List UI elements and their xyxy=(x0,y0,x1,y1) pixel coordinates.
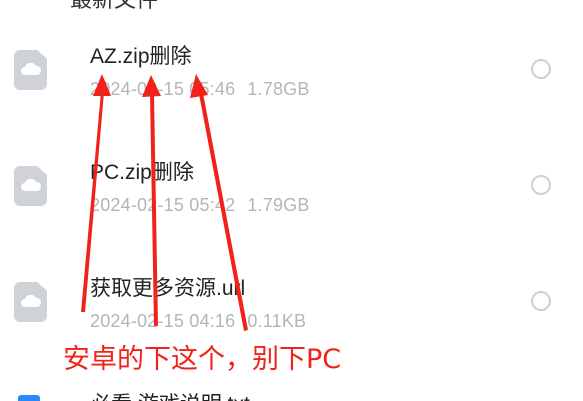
file-size: 1.79GB xyxy=(247,195,310,215)
file-row[interactable]: AZ.zip删除 2024-02-15 05:46 1.78GB xyxy=(0,0,583,116)
cloud-file-icon xyxy=(14,166,47,206)
file-date: 2024-02-15 05:46 xyxy=(90,79,236,99)
annotation-text: 安卓的下这个，别下PC xyxy=(63,344,342,375)
radio-circle-icon[interactable] xyxy=(531,175,551,195)
file-meta: 2024-02-15 05:42 1.79GB xyxy=(90,195,310,216)
file-name: 获取更多资源.url xyxy=(90,277,246,300)
file-row[interactable]: 获取更多资源.url 2024-02-15 04:16 0.11KB xyxy=(0,232,583,348)
file-meta: 2024-02-15 04:16 0.11KB xyxy=(90,311,306,332)
radio-circle-icon[interactable] xyxy=(531,291,551,311)
file-row[interactable]: PC.zip删除 2024-02-15 05:42 1.79GB xyxy=(0,116,583,232)
file-name: PC.zip删除 xyxy=(90,161,194,184)
cloud-file-icon xyxy=(14,282,47,322)
text-file-icon xyxy=(18,395,40,401)
file-name: AZ.zip删除 xyxy=(90,45,192,68)
cloud-file-icon xyxy=(14,50,47,90)
file-date: 2024-02-15 05:42 xyxy=(90,195,236,215)
file-list-page: 最新文件 AZ.zip删除 2024-02-15 05:461.78GB PC.… xyxy=(0,0,583,401)
file-size: 1.78GB xyxy=(247,79,310,99)
radio-circle-icon[interactable] xyxy=(531,59,551,79)
file-meta: 2024-02-15 05:46 1.78GB xyxy=(90,79,310,100)
file-size: 0.11KB xyxy=(247,311,307,331)
file-name[interactable]: 必看 游戏说明.txt xyxy=(90,388,250,401)
file-date: 2024-02-15 04:16 xyxy=(90,311,236,331)
